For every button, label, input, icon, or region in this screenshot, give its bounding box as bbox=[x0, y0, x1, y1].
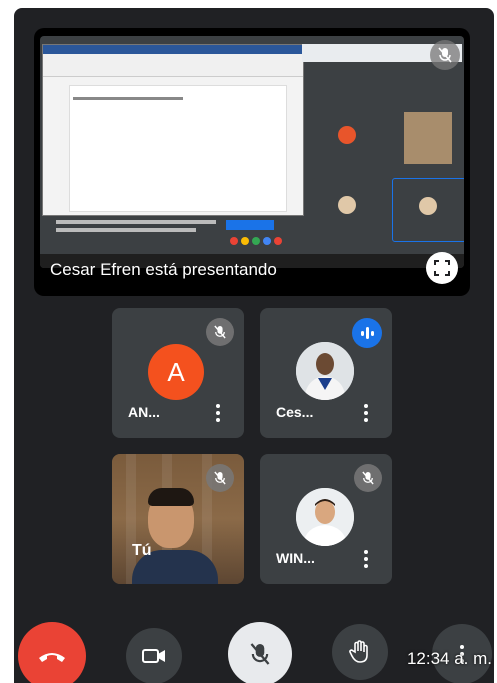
more-options-icon[interactable] bbox=[364, 404, 368, 422]
shared-screen bbox=[40, 36, 464, 268]
videocam-icon bbox=[142, 649, 165, 663]
fullscreen-button[interactable] bbox=[426, 252, 458, 284]
participant-name: Ces... bbox=[276, 404, 314, 420]
participant-tile[interactable]: Ces... bbox=[260, 308, 392, 438]
fullscreen-icon bbox=[434, 260, 450, 276]
mic-off-icon bbox=[354, 464, 382, 492]
raise-hand-button[interactable] bbox=[332, 624, 388, 680]
shared-avatar bbox=[338, 126, 356, 144]
shared-text-line bbox=[56, 228, 196, 232]
participant-name: WIN... bbox=[276, 550, 315, 566]
participant-tile[interactable]: A AN... bbox=[112, 308, 244, 438]
avatar: A bbox=[148, 344, 204, 400]
doc-text-line bbox=[73, 97, 183, 100]
shared-tile bbox=[312, 108, 384, 170]
word-document-window bbox=[42, 44, 304, 216]
mic-off-icon bbox=[206, 318, 234, 346]
more-options-icon[interactable] bbox=[364, 550, 368, 568]
doc-ribbon bbox=[43, 54, 303, 77]
mic-off-icon bbox=[206, 464, 234, 492]
shared-app-dots bbox=[230, 232, 285, 250]
presentation-area[interactable]: Cesar Efren está presentando bbox=[34, 28, 470, 296]
presenter-mic-off-icon bbox=[430, 40, 460, 70]
meet-window: Cesar Efren está presentando A AN... Ces… bbox=[14, 8, 494, 683]
call-controls: 12:34 a. m. bbox=[14, 608, 494, 683]
presenter-label: Cesar Efren está presentando bbox=[50, 260, 277, 279]
mic-off-icon bbox=[250, 643, 270, 665]
shared-tile bbox=[392, 108, 464, 170]
shared-avatar bbox=[419, 197, 437, 215]
shared-tile bbox=[392, 178, 464, 242]
self-tile[interactable]: Tú bbox=[112, 454, 244, 584]
phone-hangup-icon bbox=[39, 653, 65, 662]
doc-titlebar bbox=[43, 45, 303, 54]
more-options-icon[interactable] bbox=[216, 404, 220, 422]
microphone-button[interactable] bbox=[228, 622, 292, 683]
shared-participant-grid bbox=[312, 108, 464, 244]
shared-avatar bbox=[338, 196, 356, 214]
clock: 12:34 a. m. bbox=[406, 649, 492, 668]
shared-photo bbox=[404, 112, 452, 164]
participant-name: AN... bbox=[128, 404, 160, 420]
participant-tile[interactable]: WIN... bbox=[260, 454, 392, 584]
participant-name: Tú bbox=[132, 542, 152, 559]
shared-text-line bbox=[56, 220, 216, 224]
end-call-button[interactable] bbox=[18, 622, 86, 683]
avatar bbox=[296, 488, 354, 546]
camera-button[interactable] bbox=[126, 628, 182, 683]
speaking-indicator-icon bbox=[352, 318, 382, 348]
doc-page bbox=[69, 85, 287, 212]
shared-tile bbox=[312, 178, 384, 240]
avatar bbox=[296, 342, 354, 400]
hand-icon bbox=[349, 640, 368, 663]
shared-button bbox=[226, 220, 274, 230]
